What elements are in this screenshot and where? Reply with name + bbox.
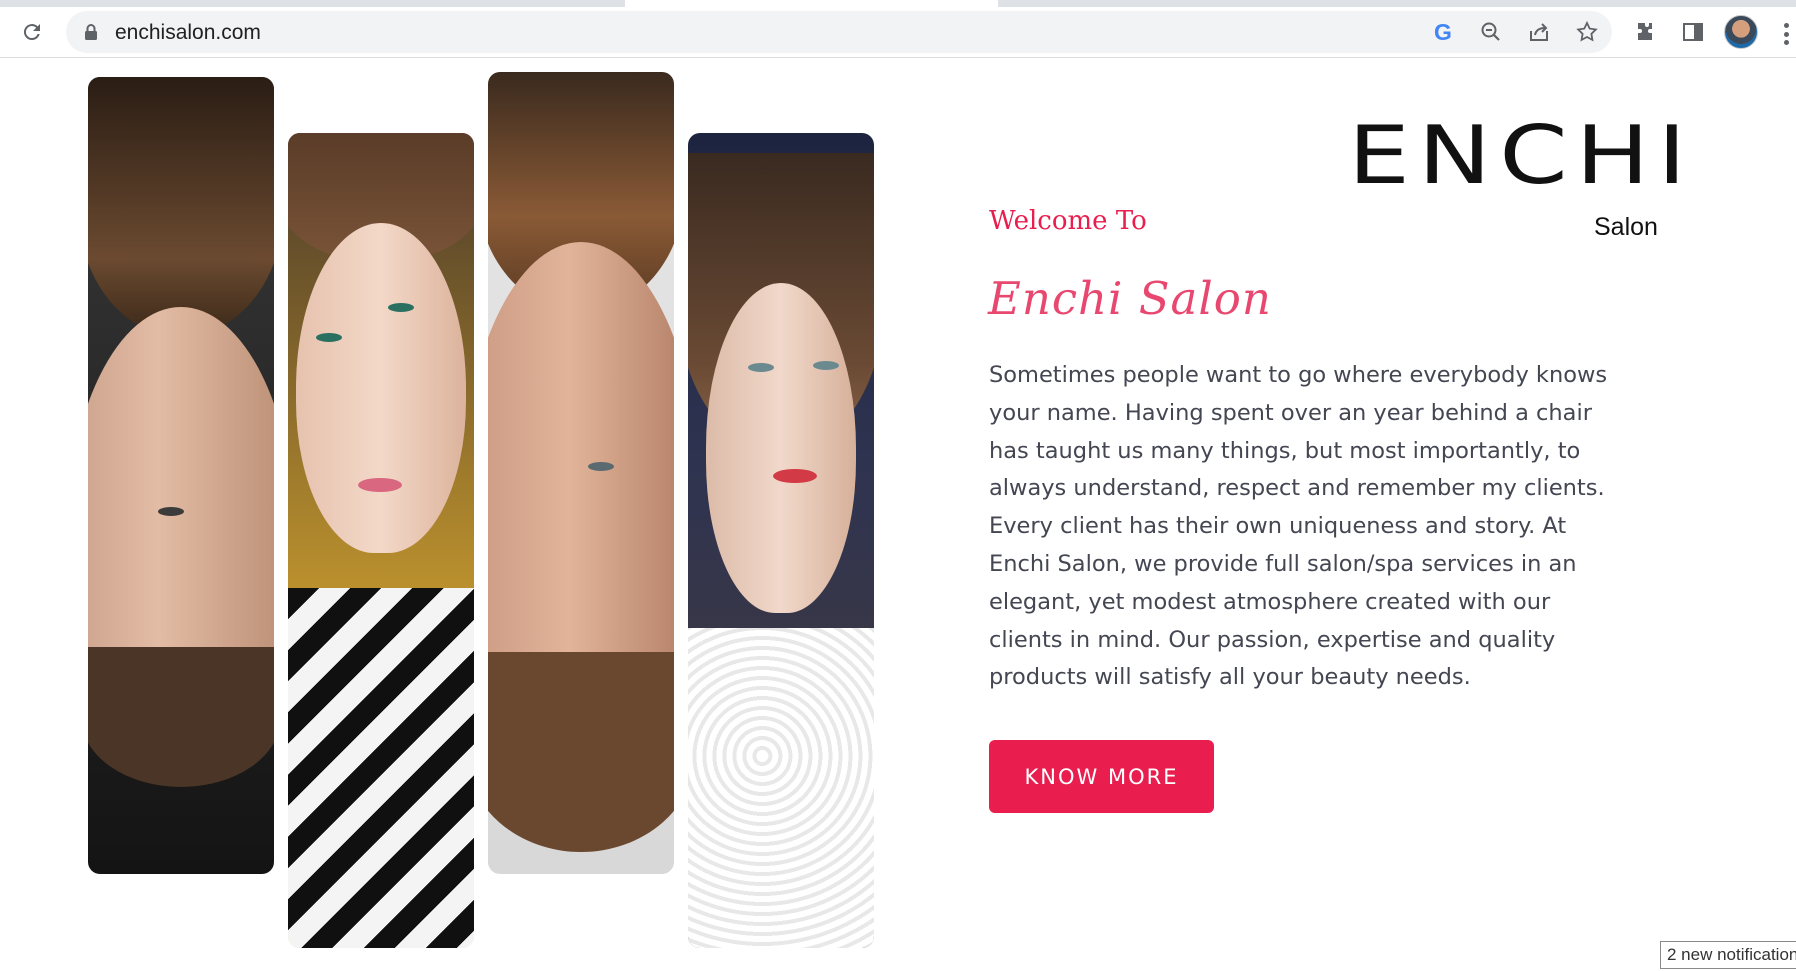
google-icon[interactable]: G bbox=[1426, 15, 1460, 49]
reload-icon[interactable] bbox=[16, 16, 48, 48]
hero-description: Sometimes people want to go where everyb… bbox=[989, 362, 1608, 691]
zoom-out-icon[interactable] bbox=[1474, 15, 1508, 49]
puzzle-icon[interactable] bbox=[1628, 15, 1662, 49]
brand-logo-sub: Salon bbox=[1594, 213, 1658, 241]
kebab-menu-icon[interactable] bbox=[1784, 23, 1792, 45]
side-panel-icon[interactable] bbox=[1676, 15, 1710, 49]
hero-heading: Enchi Salon bbox=[988, 272, 1272, 325]
star-icon[interactable] bbox=[1570, 15, 1604, 49]
tab-strip bbox=[0, 0, 1796, 7]
photo-strip-woman-1 bbox=[288, 133, 474, 948]
url-text[interactable]: enchisalon.com bbox=[115, 21, 261, 45]
browser-toolbar: enchisalon.com G bbox=[0, 7, 1796, 58]
notification-toast[interactable]: 2 new notifications bbox=[1660, 941, 1796, 969]
photo-strip-man-1 bbox=[88, 77, 274, 874]
address-bar[interactable]: enchisalon.com G bbox=[66, 11, 1612, 53]
photo-strip-woman-2 bbox=[688, 133, 874, 948]
know-more-button[interactable]: KNOW MORE bbox=[989, 740, 1214, 813]
avatar[interactable] bbox=[1724, 15, 1758, 49]
welcome-label: Welcome To bbox=[989, 206, 1147, 236]
share-icon[interactable] bbox=[1522, 15, 1556, 49]
lock-icon[interactable] bbox=[82, 23, 100, 41]
photo-strip-man-2 bbox=[488, 72, 674, 874]
brand-logo[interactable]: ENCHI bbox=[1348, 116, 1694, 196]
active-tab-edge[interactable] bbox=[625, 0, 998, 7]
